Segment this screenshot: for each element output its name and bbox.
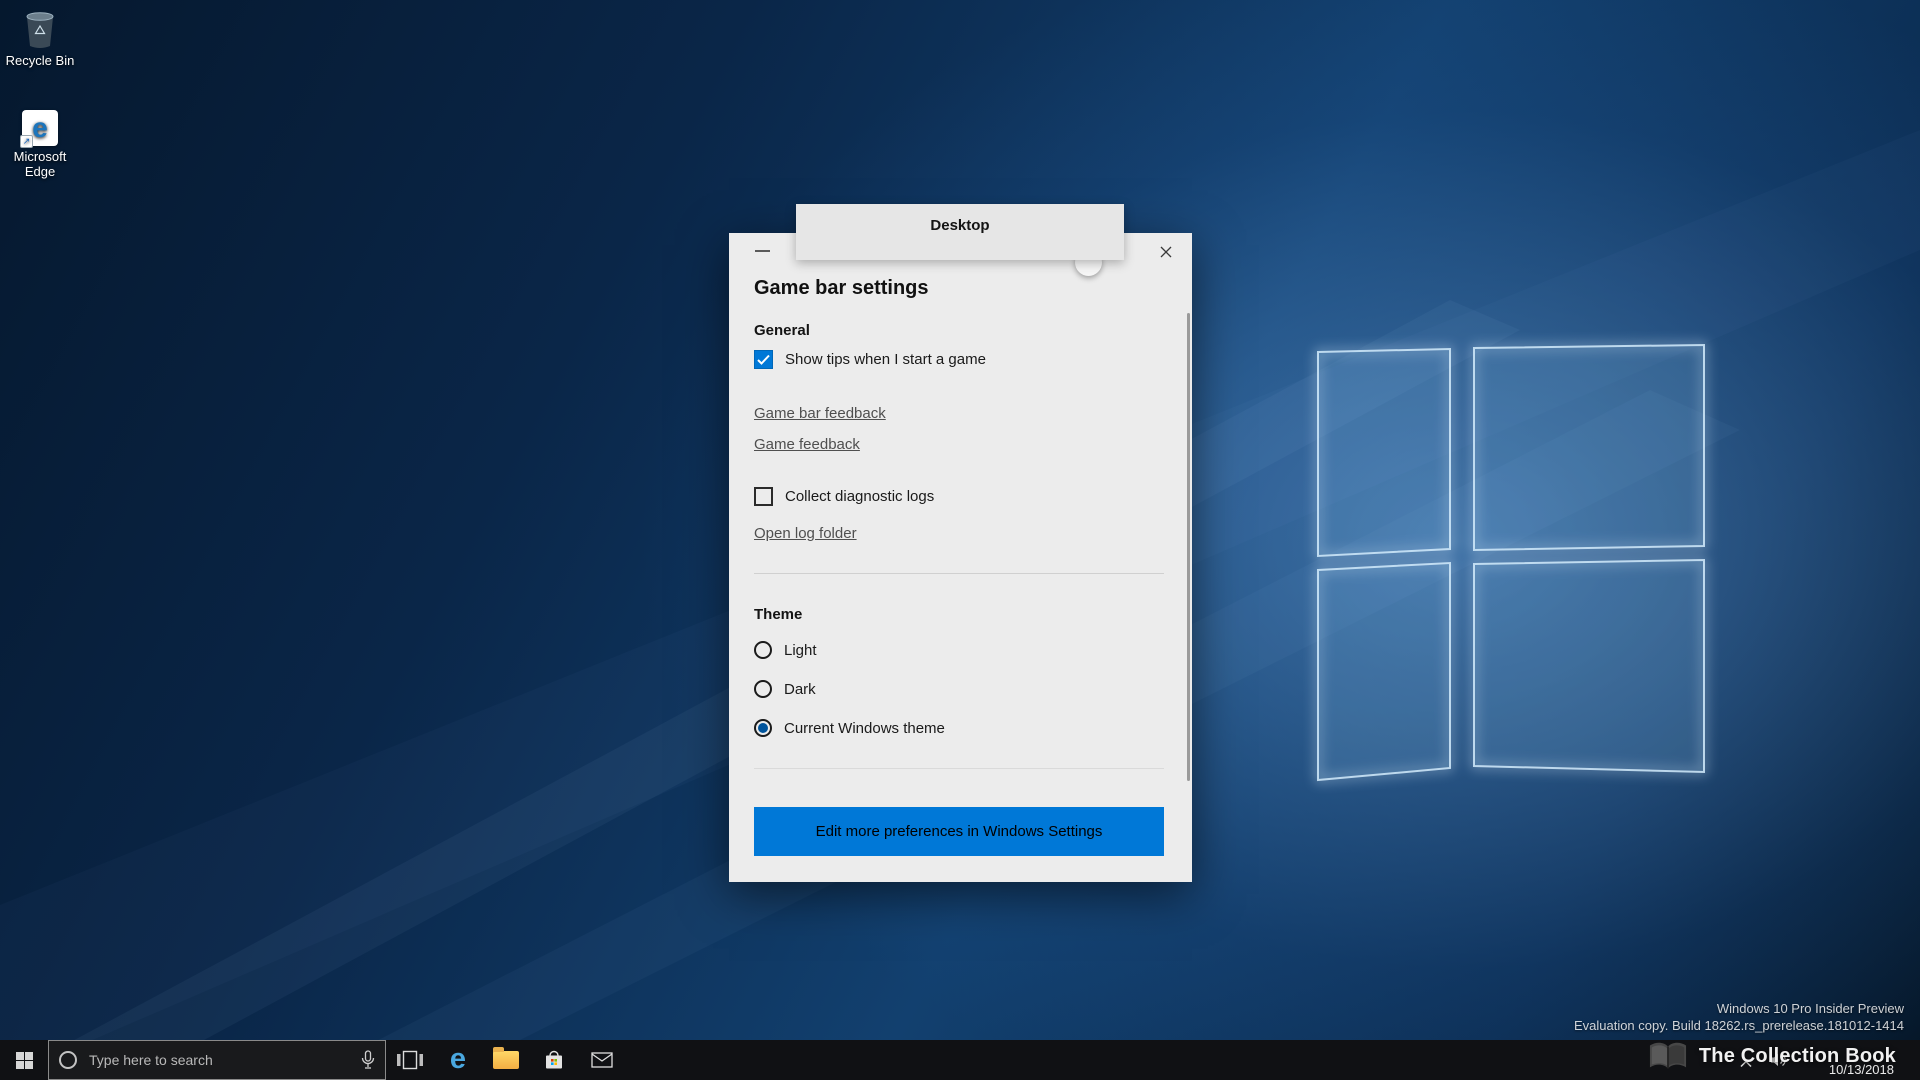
taskbar-store-button[interactable] — [530, 1040, 578, 1080]
collect-logs-checkbox-row[interactable]: Collect diagnostic logs — [754, 484, 1164, 508]
game-feedback-link[interactable]: Game feedback — [754, 436, 860, 453]
taskbar: e — [0, 1040, 1920, 1080]
desktop-icon-label: Microsoft Edge — [14, 149, 67, 179]
watermark-line1: Windows 10 Pro Insider Preview — [1574, 1000, 1904, 1017]
edit-more-preferences-button[interactable]: Edit more preferences in Windows Setting… — [754, 807, 1164, 856]
search-input[interactable] — [87, 1051, 351, 1069]
recycle-bin-icon — [0, 6, 80, 50]
start-button[interactable] — [0, 1040, 48, 1080]
microphone-icon[interactable] — [361, 1050, 375, 1070]
mail-icon — [591, 1052, 613, 1068]
game-bar-settings-dialog: Game bar settings General Show tips when… — [729, 233, 1192, 882]
dialog-title: Game bar settings — [754, 277, 1164, 300]
taskbar-search-box[interactable] — [48, 1040, 386, 1080]
theme-option-label: Light — [784, 642, 817, 659]
theme-section-heading: Theme — [754, 606, 1164, 623]
close-button[interactable] — [1148, 238, 1184, 265]
game-bar-feedback-link[interactable]: Game bar feedback — [754, 405, 886, 422]
desktop-icon-recycle-bin[interactable]: Recycle Bin — [0, 6, 80, 68]
general-section-heading: General — [754, 322, 1164, 339]
taskbar-mail-button[interactable] — [578, 1040, 626, 1080]
show-tips-checkbox-row[interactable]: Show tips when I start a game — [754, 347, 1164, 371]
dialog-scrollbar[interactable] — [1187, 313, 1190, 781]
minimize-button[interactable] — [755, 243, 789, 259]
checkbox-unchecked-icon — [754, 487, 773, 506]
theme-option-current-windows-theme[interactable]: Current Windows theme — [754, 716, 1164, 740]
radio-unselected-icon — [754, 680, 772, 698]
section-divider — [754, 573, 1164, 574]
theme-option-label: Dark — [784, 681, 816, 698]
desktop-icon-label: Recycle Bin — [6, 53, 75, 68]
checkbox-checked-icon — [754, 350, 773, 369]
microsoft-store-icon — [543, 1049, 565, 1071]
cortana-icon — [59, 1051, 77, 1069]
dialog-content: Game bar settings General Show tips when… — [754, 269, 1164, 769]
tray-volume-button[interactable] — [1771, 1053, 1788, 1072]
footer-divider — [754, 768, 1164, 769]
edge-icon: e — [450, 1045, 466, 1074]
capture-panel-title: Desktop — [796, 217, 1124, 234]
speaker-icon — [1771, 1053, 1788, 1067]
radio-unselected-icon — [754, 641, 772, 659]
edge-icon: e ↗ — [22, 110, 58, 146]
task-view-icon — [397, 1050, 423, 1070]
collect-logs-label: Collect diagnostic logs — [785, 488, 934, 505]
shortcut-arrow-icon: ↗ — [20, 135, 33, 148]
desktop: Recycle Bin e ↗ Microsoft Edge Windows 1… — [0, 0, 1920, 1080]
taskbar-edge-button[interactable]: e — [434, 1040, 482, 1080]
chevron-up-icon — [1740, 1060, 1752, 1068]
radio-selected-icon — [754, 719, 772, 737]
watermark-line2: Evaluation copy. Build 18262.rs_prerelea… — [1574, 1017, 1904, 1034]
taskbar-clock-date[interactable]: 10/13/2018 — [1829, 1062, 1894, 1077]
theme-option-light[interactable]: Light — [754, 638, 1164, 662]
tray-show-hidden-icons-button[interactable] — [1740, 1055, 1752, 1073]
theme-option-label: Current Windows theme — [784, 720, 945, 737]
theme-option-dark[interactable]: Dark — [754, 677, 1164, 701]
task-view-button[interactable] — [386, 1040, 434, 1080]
show-tips-label: Show tips when I start a game — [785, 351, 986, 368]
open-log-folder-link[interactable]: Open log folder — [754, 525, 857, 542]
desktop-icon-microsoft-edge[interactable]: e ↗ Microsoft Edge — [0, 102, 80, 179]
close-icon — [1160, 246, 1172, 258]
windows-logo-icon — [16, 1052, 33, 1069]
file-explorer-icon — [493, 1051, 519, 1069]
capture-panel: Desktop — [796, 204, 1124, 260]
taskbar-file-explorer-button[interactable] — [482, 1040, 530, 1080]
insider-build-watermark: Windows 10 Pro Insider Preview Evaluatio… — [1574, 1000, 1904, 1034]
